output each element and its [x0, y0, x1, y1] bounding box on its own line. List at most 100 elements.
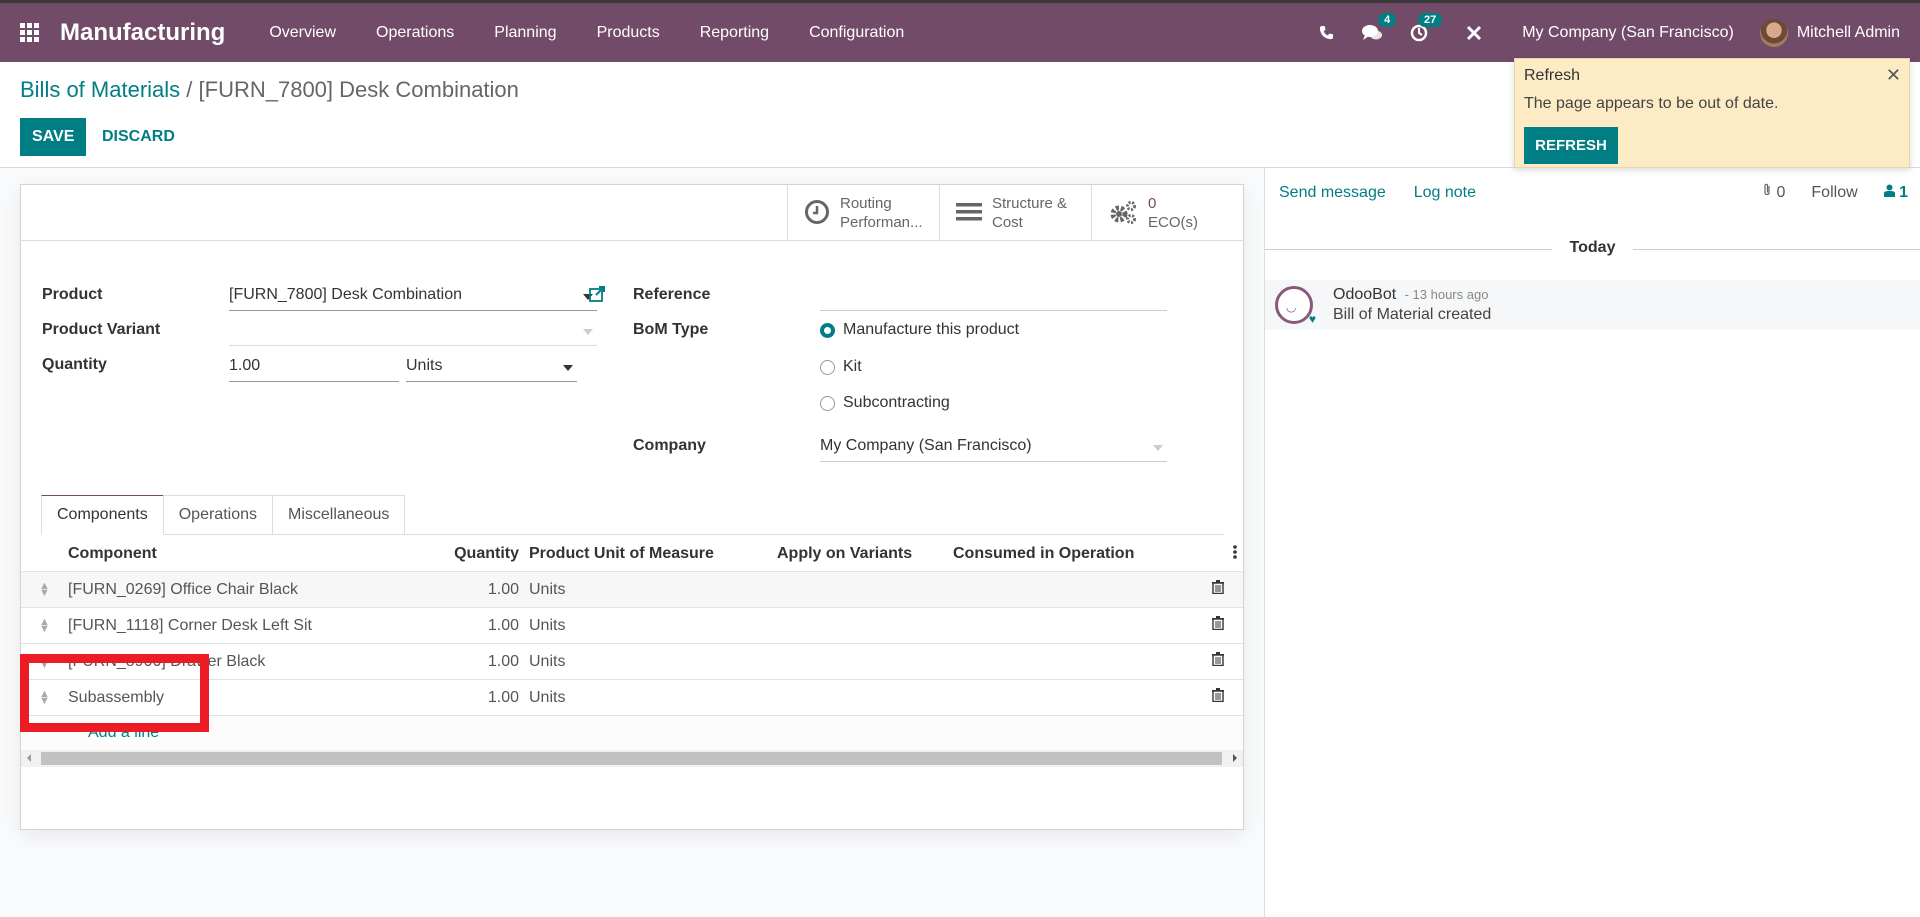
menu-reporting[interactable]: Reporting: [700, 24, 769, 42]
message-author[interactable]: OdooBot: [1333, 286, 1396, 303]
scroll-right-icon[interactable]: [1233, 754, 1237, 762]
chevron-down-icon[interactable]: [1153, 445, 1163, 451]
radio-unchecked-icon[interactable]: [820, 359, 835, 375]
table-row[interactable]: ▲ ▼ Subassembly 1.00 Units: [21, 680, 1243, 716]
user-name: Mitchell Admin: [1796, 23, 1900, 41]
follow-button[interactable]: Follow: [1811, 184, 1857, 202]
bom-type-manufacture-radio[interactable]: Manufacture this product: [820, 321, 1019, 339]
company-field[interactable]: My Company (San Francisco): [820, 435, 1167, 462]
cell-component[interactable]: [FURN_8900] Drawer Black: [68, 653, 385, 671]
column-quantity[interactable]: Quantity: [385, 545, 524, 563]
debug-tools-icon[interactable]: [1466, 25, 1482, 41]
horizontal-scrollbar[interactable]: [21, 750, 1243, 767]
drag-handle-icon[interactable]: ▲ ▼: [21, 688, 68, 706]
external-link-icon[interactable]: [589, 286, 605, 307]
table-row[interactable]: ▲ ▼ [FURN_1118] Corner Desk Left Sit 1.00…: [21, 608, 1243, 644]
breadcrumb: Bills of Materials / [FURN_7800] Desk Co…: [20, 77, 519, 103]
clock-icon: [804, 199, 830, 226]
eco-button[interactable]: 0 ECO(s): [1091, 185, 1243, 240]
trash-icon[interactable]: [1193, 652, 1243, 671]
user-avatar: [1759, 18, 1788, 47]
column-apply-variants[interactable]: Apply on Variants: [777, 545, 953, 563]
bom-type-kit-radio[interactable]: Kit: [820, 358, 862, 376]
column-component[interactable]: Component: [68, 545, 385, 563]
reference-input[interactable]: [820, 284, 1167, 311]
phone-icon[interactable]: [1319, 25, 1334, 40]
followers-button[interactable]: 1: [1883, 184, 1908, 202]
trash-icon[interactable]: [1193, 688, 1243, 707]
cell-quantity[interactable]: 1.00: [385, 617, 524, 635]
optional-columns-icon[interactable]: [1233, 545, 1237, 564]
reference-label: Reference: [633, 286, 711, 303]
breadcrumb-parent[interactable]: Bills of Materials: [20, 77, 180, 102]
send-message-button[interactable]: Send message: [1279, 184, 1386, 202]
button-box: Routing Performan... Structure & Cost 0 …: [21, 185, 1243, 241]
column-consumed-operation[interactable]: Consumed in Operation: [953, 545, 1193, 563]
structure-cost-button[interactable]: Structure & Cost: [939, 185, 1091, 240]
cell-uom[interactable]: Units: [524, 653, 777, 671]
cell-component[interactable]: [FURN_1118] Corner Desk Left Sit: [68, 617, 385, 635]
scroll-left-icon[interactable]: [27, 754, 31, 762]
message-date: - 13 hours ago: [1404, 287, 1489, 302]
structure-label-2: Cost: [992, 213, 1023, 231]
radio-unchecked-icon[interactable]: [820, 395, 835, 411]
drag-handle-icon[interactable]: ▲ ▼: [21, 616, 68, 634]
cell-uom[interactable]: Units: [524, 581, 777, 599]
menu-operations[interactable]: Operations: [376, 24, 454, 42]
menu-products[interactable]: Products: [597, 24, 660, 42]
drag-handle-icon[interactable]: ▲ ▼: [21, 652, 68, 670]
apps-menu-icon[interactable]: [20, 22, 40, 43]
refresh-button[interactable]: REFRESH: [1524, 127, 1618, 164]
save-button[interactable]: SAVE: [20, 118, 87, 156]
cell-component[interactable]: [FURN_0269] Office Chair Black: [68, 581, 385, 599]
routing-performance-button[interactable]: Routing Performan...: [787, 185, 939, 240]
close-icon[interactable]: ✕: [1886, 65, 1901, 86]
cell-quantity[interactable]: 1.00: [385, 689, 524, 707]
user-icon: [1883, 184, 1895, 197]
scrollbar-thumb[interactable]: [41, 752, 1222, 765]
chevron-down-icon[interactable]: [583, 329, 593, 335]
column-uom[interactable]: Product Unit of Measure: [524, 545, 777, 563]
eco-count: 0: [1148, 194, 1157, 212]
app-name[interactable]: Manufacturing: [60, 19, 225, 47]
menu-configuration[interactable]: Configuration: [809, 24, 904, 42]
message-body: Bill of Material created: [1333, 306, 1492, 323]
cell-component[interactable]: Subassembly: [68, 689, 385, 707]
trash-icon[interactable]: [1193, 580, 1243, 599]
trash-icon[interactable]: [1193, 616, 1243, 635]
tab-components[interactable]: Components: [41, 495, 164, 535]
routing-label-1: Routing: [840, 194, 892, 212]
log-note-button[interactable]: Log note: [1414, 184, 1476, 202]
drag-handle-icon[interactable]: ▲ ▼: [21, 580, 68, 598]
messages-icon[interactable]: 4: [1362, 13, 1397, 41]
table-row[interactable]: ▲ ▼ [FURN_0269] Office Chair Black 1.00 U…: [21, 572, 1243, 608]
eco-label: ECO(s): [1148, 213, 1198, 231]
table-row[interactable]: ▲ ▼ [FURN_8900] Drawer Black 1.00 Units: [21, 644, 1243, 680]
product-variant-field[interactable]: [229, 319, 597, 346]
attachments-button[interactable]: 0: [1762, 183, 1785, 202]
product-field[interactable]: [FURN_7800] Desk Combination: [229, 284, 597, 311]
cell-uom[interactable]: Units: [524, 617, 777, 635]
cogs-icon: [1108, 199, 1138, 226]
tab-operations[interactable]: Operations: [162, 495, 273, 534]
activities-badge: 27: [1417, 12, 1443, 27]
tab-miscellaneous[interactable]: Miscellaneous: [271, 495, 406, 534]
discard-button[interactable]: DISCARD: [92, 118, 185, 156]
menu-planning[interactable]: Planning: [494, 24, 556, 42]
quantity-input[interactable]: 1.00: [229, 355, 399, 382]
company-switcher[interactable]: My Company (San Francisco): [1522, 24, 1734, 42]
cell-quantity[interactable]: 1.00: [385, 581, 524, 599]
routing-label-2: Performan...: [840, 213, 923, 231]
odoobot-avatar[interactable]: ◡ ♥: [1275, 286, 1316, 326]
cell-quantity[interactable]: 1.00: [385, 653, 524, 671]
company-value: My Company (San Francisco): [820, 437, 1032, 454]
radio-checked-icon[interactable]: [820, 322, 835, 338]
cell-uom[interactable]: Units: [524, 689, 777, 707]
add-line-link[interactable]: Add a line: [21, 716, 1243, 750]
bom-type-subcontracting-radio[interactable]: Subcontracting: [820, 394, 950, 412]
chevron-down-icon[interactable]: [563, 365, 573, 371]
menu-overview[interactable]: Overview: [269, 24, 336, 42]
activities-icon[interactable]: 27: [1410, 12, 1443, 42]
quantity-uom-select[interactable]: Units: [406, 355, 577, 382]
user-menu[interactable]: Mitchell Admin: [1759, 18, 1900, 47]
